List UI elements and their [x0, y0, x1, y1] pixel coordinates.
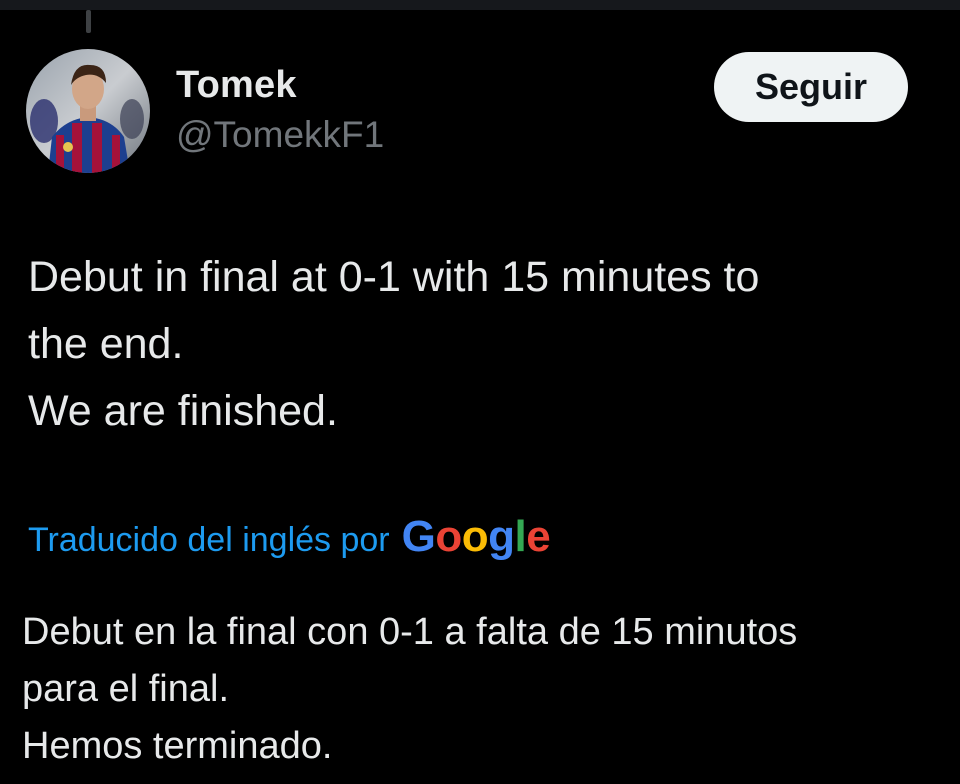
avatar-photo-icon	[26, 49, 150, 173]
tweet-detail-view: Tomek @TomekkF1 Seguir Debut in final at…	[0, 0, 960, 784]
translated-text-line: para el final.	[22, 668, 230, 710]
top-divider	[0, 0, 960, 10]
google-logo-letter: l	[514, 512, 527, 561]
translated-text: Debut en la final con 0-1 a falta de 15 …	[22, 604, 942, 775]
google-logo-letter: o	[461, 512, 489, 561]
author-handle[interactable]: @TomekkF1	[176, 114, 384, 156]
tweet-text-line: the end.	[28, 320, 184, 368]
google-logo-icon: Google	[402, 512, 551, 562]
translation-attribution-link[interactable]: Traducido del inglés por Google	[28, 512, 551, 562]
tweet-text-line: We are finished.	[28, 387, 338, 435]
google-logo-letter: G	[401, 512, 436, 561]
translated-text-line: Debut en la final con 0-1 a falta de 15 …	[22, 611, 798, 653]
google-logo-letter: o	[435, 512, 462, 561]
tweet-text: Debut in final at 0-1 with 15 minutes to…	[28, 244, 928, 445]
translated-text-line: Hemos terminado.	[22, 725, 333, 767]
google-logo-letter: g	[488, 512, 515, 561]
scroll-indicator	[86, 10, 91, 33]
translation-attribution-label: Traducido del inglés por	[28, 521, 390, 559]
author-display-name[interactable]: Tomek	[176, 64, 297, 107]
follow-button[interactable]: Seguir	[714, 52, 908, 122]
google-logo-letter: e	[526, 512, 551, 561]
tweet-text-line: Debut in final at 0-1 with 15 minutes to	[28, 253, 760, 301]
avatar[interactable]	[26, 49, 150, 173]
